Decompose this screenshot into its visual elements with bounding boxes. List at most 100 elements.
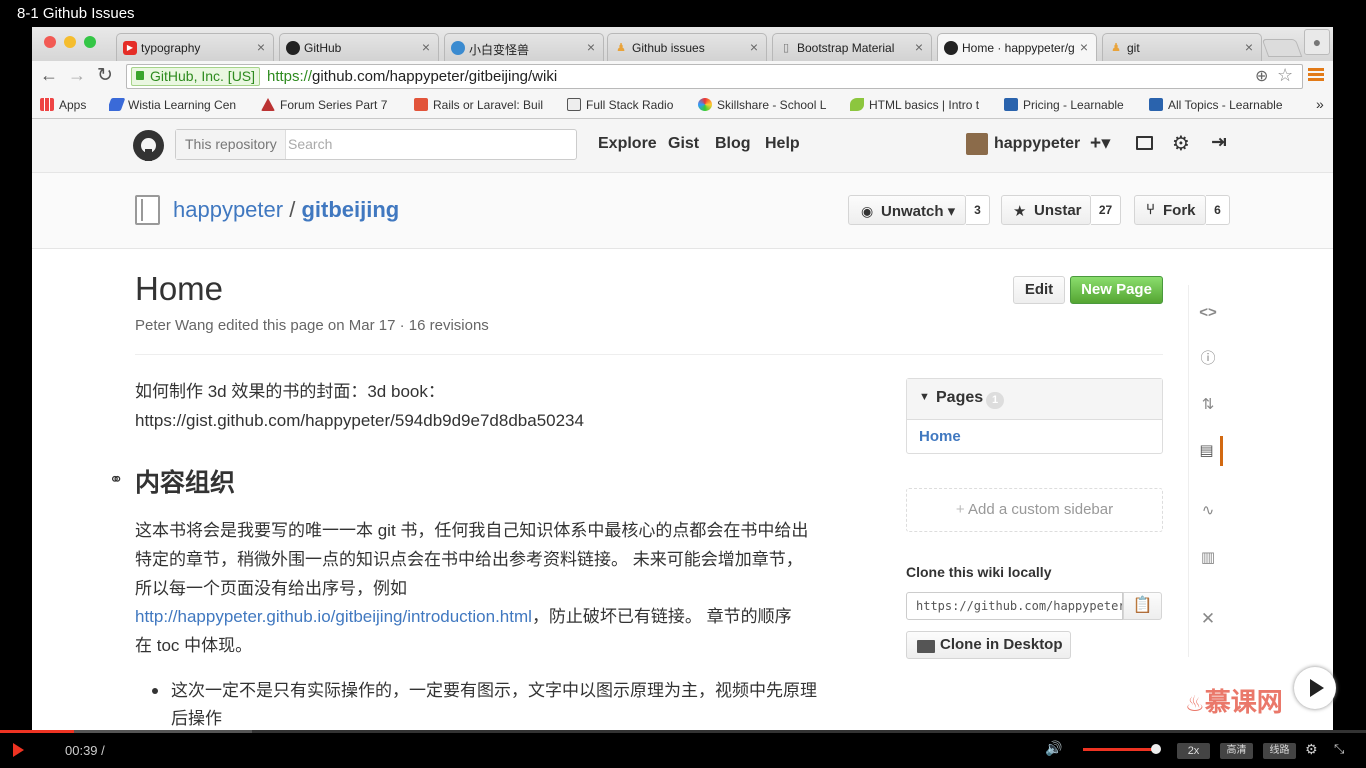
volume-slider[interactable] (1083, 748, 1155, 751)
tab-github[interactable]: GitHub × (279, 33, 439, 61)
close-window-icon[interactable] (44, 36, 56, 48)
avatar[interactable] (966, 133, 988, 155)
pages-item-home[interactable]: Home (919, 428, 961, 445)
profile-icon[interactable]: ● (1304, 29, 1330, 55)
menu-icon[interactable] (1308, 66, 1324, 84)
url-scheme: https:// (267, 68, 313, 85)
url-bar[interactable]: GitHub, Inc. [US] https://github.com/hap… (126, 64, 1303, 89)
watch-count[interactable]: 3 (966, 195, 990, 225)
bookmark-apps[interactable]: Apps (40, 98, 102, 112)
close-tab-icon[interactable]: × (257, 39, 265, 55)
f-icon (567, 98, 581, 111)
repo-book-icon (135, 195, 160, 225)
forward-icon[interactable]: → (68, 65, 86, 86)
quality-button[interactable]: 高清 (1220, 743, 1253, 759)
skillshare-icon (698, 98, 712, 111)
fork-button[interactable]: ⑂ Fork (1134, 195, 1206, 225)
pulse-icon[interactable]: ∿ (1193, 496, 1223, 526)
exit-fullscreen-icon[interactable]: ⤡ (1334, 741, 1344, 757)
unwatch-button[interactable]: ◉ Unwatch ▾ (848, 195, 966, 225)
player-settings-icon[interactable]: ⚙ (1305, 741, 1318, 758)
speed-button[interactable]: 2x (1177, 743, 1210, 759)
issues-icon[interactable]: ⓘ (1193, 344, 1223, 374)
nav-blog[interactable]: Blog (715, 135, 751, 153)
bookmark-all-topics[interactable]: All Topics - Learnable (1149, 98, 1297, 112)
minimize-window-icon[interactable] (64, 36, 76, 48)
route-button[interactable]: 线路 (1263, 743, 1296, 759)
bookmark-forum-series[interactable]: Forum Series Part 7 (261, 98, 395, 112)
anchor-link-icon[interactable]: ⚭ (109, 470, 123, 490)
add-sidebar-button[interactable]: + Add a custom sidebar (906, 488, 1163, 532)
repo-name-link[interactable]: gitbeijing (301, 197, 399, 222)
page-title: Home (135, 270, 224, 307)
copy-clipboard-icon[interactable]: 📋 (1123, 592, 1162, 620)
play-icon (1310, 679, 1324, 697)
tab-github-issues[interactable]: ♟ Github issues × (607, 33, 767, 61)
volume-handle[interactable] (1151, 744, 1161, 754)
unstar-button[interactable]: ★ Unstar (1001, 195, 1091, 225)
username-link[interactable]: happypeter (994, 135, 1080, 153)
github-header: This repository Search Explore Gist Blog… (32, 119, 1333, 173)
pages-header[interactable]: ▼ Pages 1 (907, 379, 1162, 420)
close-tab-icon[interactable]: × (915, 39, 923, 55)
pull-request-icon[interactable]: ⇅ (1193, 390, 1223, 420)
edit-button[interactable]: Edit (1013, 276, 1065, 304)
sign-out-icon[interactable]: ⇥ (1211, 131, 1227, 154)
bookmark-wistia[interactable]: Wistia Learning Cen (109, 98, 243, 112)
tab-bootstrap-material[interactable]: ▯ Bootstrap Material × (772, 33, 932, 61)
clone-desktop-button[interactable]: Clone in Desktop (906, 631, 1071, 659)
tab-git[interactable]: ♟ git × (1102, 33, 1262, 61)
close-tab-icon[interactable]: × (1245, 39, 1253, 55)
bookmark-label: Skillshare - School L (717, 98, 827, 112)
fork-count[interactable]: 6 (1206, 195, 1230, 225)
create-new-icon[interactable]: +▾ (1090, 132, 1111, 155)
wiki-book-icon[interactable]: ▤ (1193, 436, 1223, 466)
close-tab-icon[interactable]: × (750, 39, 758, 55)
volume-icon[interactable]: 🔊 (1045, 740, 1062, 757)
settings-gear-icon[interactable]: ⚙ (1172, 131, 1190, 156)
back-icon[interactable]: ← (40, 65, 58, 86)
bookmarks-overflow[interactable]: » (1316, 96, 1324, 112)
graphs-icon[interactable]: ▥ (1193, 543, 1223, 573)
repo-owner-link[interactable]: happypeter (173, 197, 283, 222)
close-tab-icon[interactable]: × (422, 39, 430, 55)
github-logo-icon[interactable] (133, 130, 164, 161)
tab-typography[interactable]: ▶ typography × (116, 33, 274, 61)
bookmark-label: Apps (59, 98, 87, 112)
bookmark-html-basics[interactable]: HTML basics | Intro t (850, 98, 986, 112)
people-icon: ♟ (616, 42, 626, 54)
bookmark-full-stack-radio[interactable]: Full Stack Radio (567, 98, 687, 112)
inbox-icon[interactable] (1136, 136, 1153, 150)
introduction-link[interactable]: http://happypeter.github.io/gitbeijing/i… (135, 607, 532, 626)
bookmark-star-icon[interactable]: ☆ (1277, 65, 1293, 86)
bookmark-skillshare[interactable]: Skillshare - School L (698, 98, 834, 112)
close-tab-icon[interactable]: × (587, 39, 595, 55)
reload-icon[interactable]: ↻ (97, 64, 113, 87)
clone-url-input[interactable]: https://github.com/happypeter/gitbeijing… (906, 592, 1123, 620)
bookmark-rails-laravel[interactable]: Rails or Laravel: Buil (414, 98, 550, 112)
intro-link[interactable]: https://gist.github.com/happypeter/594db… (135, 406, 584, 435)
star-icon: ★ (1013, 203, 1027, 220)
next-video-button[interactable] (1294, 667, 1336, 709)
ev-cert-badge[interactable]: GitHub, Inc. [US] (131, 67, 261, 86)
maximize-window-icon[interactable] (84, 36, 96, 48)
settings-tools-icon[interactable]: ✕ (1193, 604, 1223, 634)
repo-header: happypeter / gitbeijing ◉ Unwatch ▾ 3 ★ … (32, 173, 1333, 249)
tab-home-wiki[interactable]: Home · happypeter/g × (937, 33, 1097, 61)
search-box[interactable]: This repository Search (175, 129, 577, 160)
close-tab-icon[interactable]: × (1080, 39, 1088, 55)
bookmark-pricing-learnable[interactable]: Pricing - Learnable (1004, 98, 1134, 112)
nav-gist[interactable]: Gist (668, 135, 699, 153)
tab-xiaobai[interactable]: 小白变怪兽 × (444, 33, 604, 61)
play-pause-icon[interactable] (13, 743, 24, 757)
new-tab-button[interactable] (1261, 39, 1303, 57)
nav-help[interactable]: Help (765, 135, 800, 153)
new-page-button[interactable]: New Page (1070, 276, 1163, 304)
code-icon[interactable]: <> (1193, 298, 1223, 328)
star-count[interactable]: 27 (1091, 195, 1121, 225)
search-input[interactable]: Search (288, 136, 332, 152)
learnable-icon (1149, 98, 1163, 111)
nav-explore[interactable]: Explore (598, 135, 657, 153)
zoom-icon[interactable]: ⊕ (1255, 66, 1268, 86)
lock-icon (136, 71, 144, 80)
